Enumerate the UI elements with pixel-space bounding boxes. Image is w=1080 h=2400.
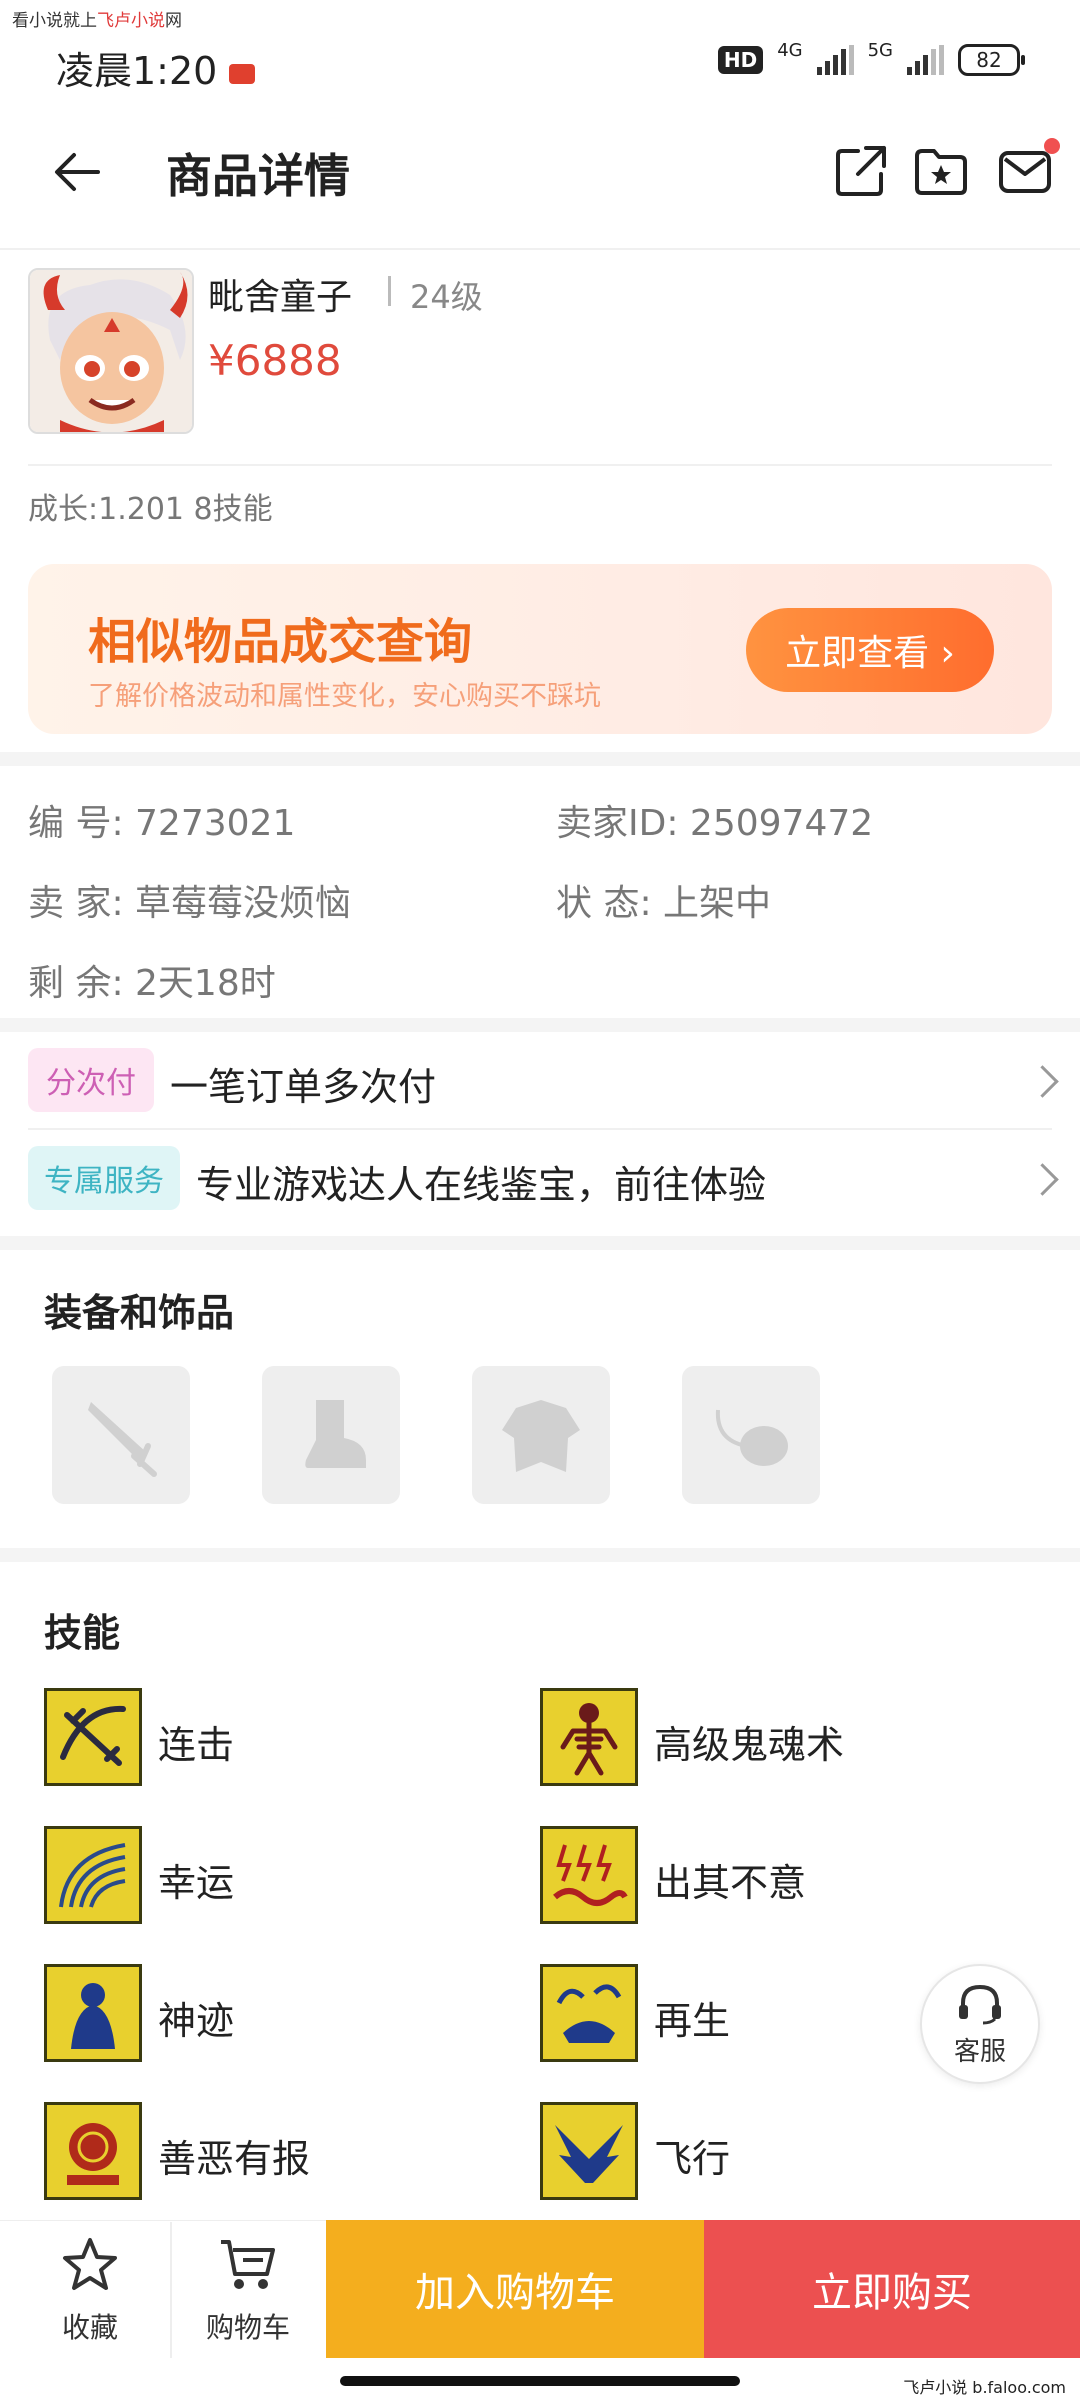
cart-nav-button[interactable]: 购物车 [178, 2236, 318, 2346]
view-now-button[interactable]: 立即查看 › [746, 608, 994, 692]
skill-label: 再生 [654, 1999, 731, 2043]
surprise-skill-icon [540, 1826, 638, 1924]
boot-icon[interactable] [262, 1366, 400, 1504]
regen-skill-icon [540, 1964, 638, 2062]
exclusive-service-tag: 专属服务 [28, 1146, 180, 1210]
star-icon [60, 2236, 120, 2298]
cart-icon [217, 2236, 279, 2298]
home-indicator[interactable] [340, 2376, 740, 2386]
skill-label: 幸运 [158, 1861, 235, 1905]
signal-icon-2 [907, 45, 944, 75]
cart-label: 购物车 [205, 2311, 290, 2344]
network-4g-label: 4G [777, 39, 803, 61]
customer-service-label: 客服 [953, 2036, 1006, 2067]
signal-icon [816, 45, 854, 75]
installment-text: 一笔订单多次付 [170, 1065, 437, 1109]
section-gap [0, 752, 1080, 766]
watermark-bottom: 飞卢小说 b.faloo.com [903, 2378, 1066, 2397]
skill-label: 连击 [158, 1723, 235, 1767]
share-icon[interactable] [832, 142, 890, 200]
product-price: ¥6888 [208, 336, 342, 385]
customer-service-button[interactable]: 客服 [920, 1964, 1040, 2084]
watermark: 看小说就上飞卢小说网 [12, 11, 182, 31]
skill-label: 飞行 [654, 2137, 731, 2181]
divider [170, 2222, 172, 2358]
product-avatar [28, 268, 194, 434]
divider [0, 248, 1080, 250]
skills-title: 技能 [44, 1611, 121, 1655]
product-level: 24级 [410, 278, 483, 316]
fly-skill-icon [540, 2102, 638, 2200]
installment-tag: 分次付 [28, 1048, 154, 1112]
seller-id: 卖家ID: 25097472 [556, 803, 874, 844]
skill-label: 出其不意 [654, 1861, 807, 1905]
add-to-cart-button[interactable]: 加入购物车 [326, 2220, 704, 2358]
back-arrow-icon[interactable] [48, 142, 108, 202]
section-gap [0, 1018, 1080, 1032]
skill-label: 高级鬼魂术 [654, 1723, 845, 1767]
miracle-skill-icon [44, 1964, 142, 2062]
skill-label: 神迹 [158, 1999, 235, 2043]
section-gap [0, 1236, 1080, 1250]
weapon-icon[interactable] [52, 1366, 190, 1504]
unread-dot [1044, 138, 1060, 154]
growth-info: 成长:1.201 8技能 [28, 492, 273, 527]
section-gap [0, 1548, 1080, 1562]
status-time: 凌晨1:20 [56, 40, 256, 95]
divider [28, 464, 1052, 466]
notification-icon [229, 63, 256, 84]
banner-title: 相似物品成交查询 [88, 614, 473, 670]
armor-icon[interactable] [472, 1366, 610, 1504]
product-name: 毗舍童子 [208, 277, 353, 318]
battery-icon: 82 [958, 44, 1025, 76]
page-title: 商品详情 [166, 149, 350, 203]
seller-name: 卖 家: 草莓莓没烦恼 [28, 883, 352, 924]
headset-icon [955, 1981, 1005, 2029]
skill-label: 善恶有报 [158, 2137, 311, 2181]
exclusive-service-text: 专业游戏达人在线鉴宝，前往体验 [196, 1163, 767, 1207]
listing-state: 状 态: 上架中 [556, 883, 772, 924]
ghost-skill-icon [540, 1688, 638, 1786]
favorite-folder-icon[interactable] [912, 142, 970, 200]
status-icons: HD 4G 5G 82 [717, 40, 1025, 76]
buy-now-button[interactable]: 立即购买 [704, 2220, 1080, 2358]
karma-skill-icon [44, 2102, 142, 2200]
name-level-divider [388, 276, 391, 306]
banner-subtitle: 了解价格波动和属性变化，安心购买不踩坑 [88, 681, 601, 712]
combo-skill-icon [44, 1688, 142, 1786]
favorite-label: 收藏 [61, 2311, 118, 2344]
installment-row[interactable] [0, 1032, 1080, 1128]
time-remaining: 剩 余: 2天18时 [28, 963, 276, 1004]
network-5g-label: 5G [867, 39, 893, 61]
hd-badge: HD [717, 46, 764, 74]
battery-level: 82 [976, 48, 1002, 72]
favorite-button[interactable]: 收藏 [20, 2236, 160, 2346]
necklace-icon[interactable] [682, 1366, 820, 1504]
luck-skill-icon [44, 1826, 142, 1924]
equipment-title: 装备和饰品 [44, 1291, 235, 1335]
item-id: 编 号: 7273021 [28, 803, 296, 844]
